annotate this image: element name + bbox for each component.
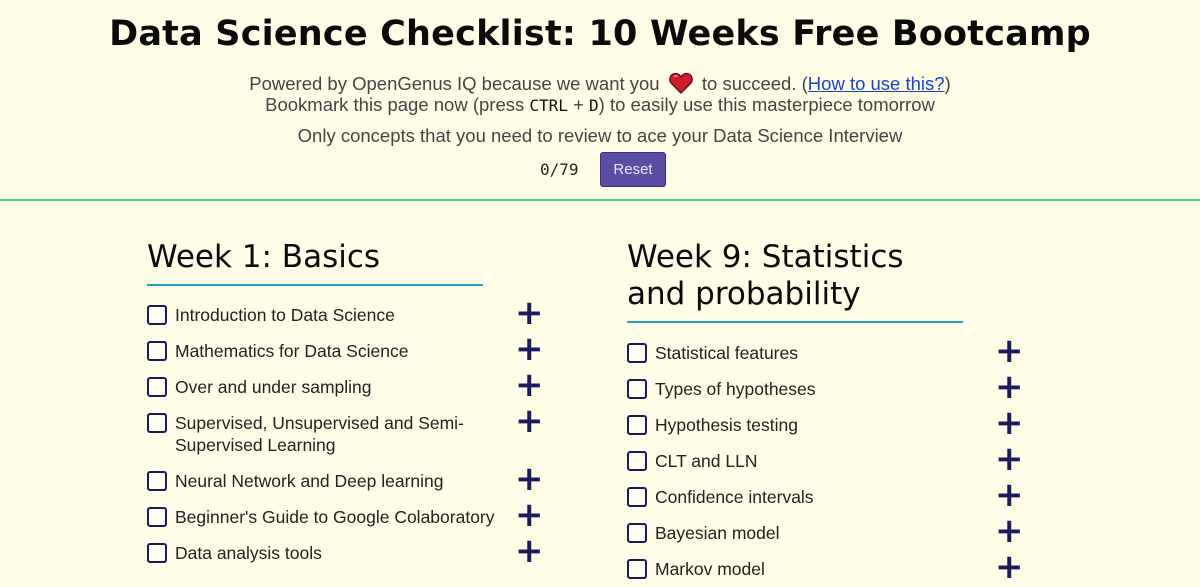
d-key: D	[589, 96, 599, 115]
checkbox[interactable]	[627, 343, 647, 363]
expand-plus-icon[interactable]: +	[995, 370, 1024, 404]
expand-plus-icon[interactable]: +	[995, 442, 1024, 476]
heart-icon	[668, 72, 693, 94]
progress-counter: 0/79	[540, 160, 579, 179]
checkbox[interactable]	[627, 415, 647, 435]
week-1-section: Week 1: Basics	[147, 239, 483, 286]
checkbox[interactable]	[147, 305, 167, 325]
checkbox[interactable]	[147, 471, 167, 491]
list-item[interactable]: Confidence intervals	[627, 486, 967, 508]
page-header: Data Science Checklist: 10 Weeks Free Bo…	[0, 0, 1200, 201]
expand-plus-icon[interactable]: +	[995, 478, 1024, 512]
checkbox[interactable]	[627, 379, 647, 399]
list-item[interactable]: CLT and LLN	[627, 450, 967, 472]
expand-plus-icon[interactable]: +	[995, 334, 1024, 368]
list-item[interactable]: Mathematics for Data Science	[147, 340, 487, 362]
list-item[interactable]: Statistical features	[627, 342, 967, 364]
list-item[interactable]: Types of hypotheses	[627, 378, 967, 400]
checkbox[interactable]	[147, 507, 167, 527]
page-title: Data Science Checklist: 10 Weeks Free Bo…	[109, 14, 1091, 54]
list-item[interactable]: Over and under sampling	[147, 376, 487, 398]
list-item[interactable]: Neural Network and Deep learning	[147, 470, 487, 492]
list-item[interactable]: Bayesian model	[627, 522, 967, 544]
checkbox[interactable]	[627, 451, 647, 471]
checkbox[interactable]	[627, 487, 647, 507]
list-item[interactable]: Hypothesis testing	[627, 414, 967, 436]
week-1-title: Week 1: Basics	[147, 239, 483, 286]
checkbox[interactable]	[147, 413, 167, 433]
week-9-title: Week 9: Statistics and probability	[627, 239, 963, 323]
expand-plus-icon[interactable]: +	[515, 296, 544, 330]
expand-plus-icon[interactable]: +	[515, 462, 544, 496]
expand-plus-icon[interactable]: +	[515, 534, 544, 568]
checkbox[interactable]	[627, 523, 647, 543]
expand-plus-icon[interactable]: +	[515, 332, 544, 366]
week-9-section: Week 9: Statistics and probability	[627, 239, 963, 323]
reset-button[interactable]: Reset	[600, 152, 666, 187]
list-item[interactable]: Data analysis tools	[147, 542, 487, 564]
expand-plus-icon[interactable]: +	[995, 550, 1024, 584]
checkbox[interactable]	[147, 377, 167, 397]
expand-plus-icon[interactable]: +	[515, 498, 544, 532]
expand-plus-icon[interactable]: +	[995, 514, 1024, 548]
expand-plus-icon[interactable]: +	[515, 368, 544, 402]
powered-by-line: Powered by OpenGenus IQ because we want …	[249, 72, 951, 94]
bookmark-line: Bookmark this page now (press CTRL + D) …	[265, 94, 935, 115]
expand-plus-icon[interactable]: +	[995, 406, 1024, 440]
expand-plus-icon[interactable]: +	[515, 404, 544, 438]
list-item[interactable]: Beginner's Guide to Google Colaboratory	[147, 506, 507, 528]
checkbox[interactable]	[147, 341, 167, 361]
list-item[interactable]: Markov model	[627, 558, 967, 580]
ctrl-key: CTRL	[529, 96, 568, 115]
checkbox[interactable]	[627, 559, 647, 579]
list-item[interactable]: Introduction to Data Science	[147, 304, 487, 326]
list-item[interactable]: Supervised, Unsupervised and Semi-Superv…	[147, 412, 477, 456]
how-to-use-link[interactable]: How to use this?	[808, 73, 945, 94]
checkbox[interactable]	[147, 543, 167, 563]
tagline: Only concepts that you need to review to…	[297, 125, 903, 146]
